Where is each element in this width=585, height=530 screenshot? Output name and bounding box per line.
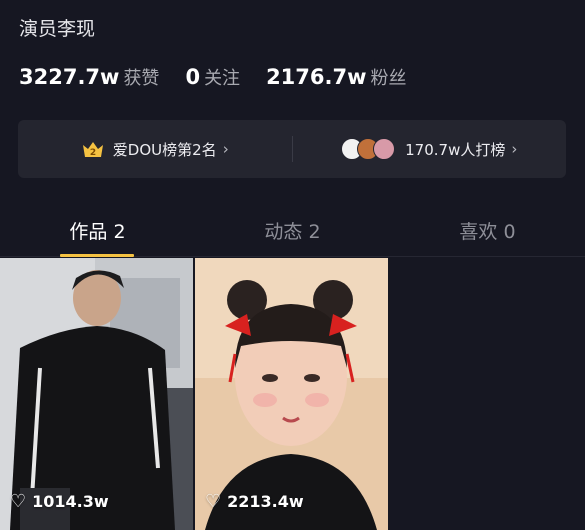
likes-stat[interactable]: 3227.7w 获赞 [19,64,159,90]
tab-liked[interactable]: 喜欢 0 [390,205,585,256]
video-likes-count: 2213.4w [227,492,304,511]
video-cover-image [195,258,388,530]
video-thumbnail[interactable]: ♡ 2213.4w [195,258,388,530]
heart-outline-icon: ♡ [10,491,27,512]
video-likes: ♡ 1014.3w [10,491,109,512]
video-likes-count: 1014.3w [32,492,109,511]
followers-label: 粉丝 [370,68,407,89]
supporters-text: 170.7w人打榜 [405,140,506,159]
followers-stat[interactable]: 2176.7w 粉丝 [266,64,406,90]
crown-number: 2 [90,148,96,158]
chevron-right-icon: › [222,140,229,158]
profile-stats: 3227.7w 获赞 0 关注 2176.7w 粉丝 [19,64,433,90]
followers-count: 2176.7w [266,65,367,89]
heart-outline-icon: ♡ [205,491,222,512]
following-stat[interactable]: 0 关注 [185,64,240,90]
following-label: 关注 [204,68,241,89]
ranking-banner: 2 爱DOU榜第2名 › 170.7w人打榜 › [18,120,566,178]
following-count: 0 [185,65,201,89]
chevron-right-icon: › [511,140,518,158]
avatar [373,138,396,160]
profile-bio: 演员李现 [19,18,96,40]
video-likes: ♡ 2213.4w [205,491,304,512]
rank-button[interactable]: 2 爱DOU榜第2名 › [18,139,292,160]
supporter-avatars [341,138,396,160]
likes-count: 3227.7w [19,65,120,89]
tab-works[interactable]: 作品 2 [0,205,195,257]
video-cover-image [0,258,193,530]
profile-tabs: 作品 2 动态 2 喜欢 0 [0,205,585,257]
crown-icon: 2 [82,142,103,158]
supporters-button[interactable]: 170.7w人打榜 › [293,138,567,160]
video-grid: ♡ 1014.3w ♡ 2213.4w [0,258,585,530]
tab-moments[interactable]: 动态 2 [195,205,390,256]
likes-label: 获赞 [123,68,160,89]
video-thumbnail[interactable]: ♡ 1014.3w [0,258,193,530]
rank-text: 爱DOU榜第2名 [112,140,217,159]
